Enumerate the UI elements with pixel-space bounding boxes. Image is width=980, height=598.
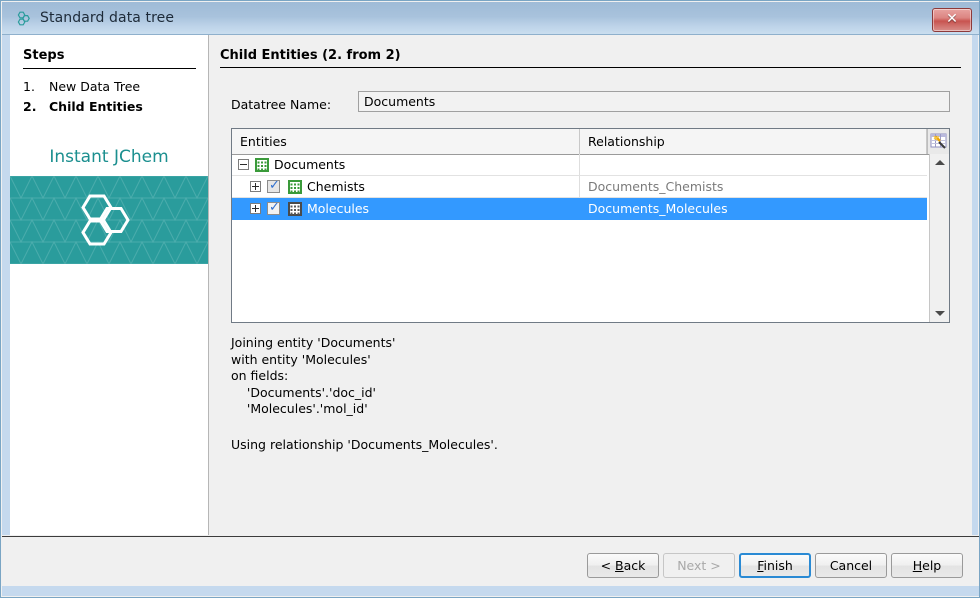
cancel-button[interactable]: Cancel	[815, 553, 887, 578]
tree-expand-icon[interactable]	[250, 203, 261, 214]
entity-name: Documents	[274, 157, 346, 172]
entity-checkbox[interactable]: ✓	[267, 200, 280, 215]
sidebar-step-child-entities[interactable]: 2. Child Entities	[23, 99, 143, 114]
entity-grid-icon	[255, 158, 269, 172]
column-header-relationship[interactable]: Relationship	[580, 129, 927, 154]
table-row[interactable]: Documents	[232, 154, 927, 176]
page-title-divider	[220, 67, 961, 68]
close-icon: ✕	[946, 11, 958, 27]
entities-table: Entities Relationship Documents ✓ Chemis…	[231, 128, 950, 323]
steps-divider	[23, 68, 196, 69]
scroll-down-button[interactable]	[930, 304, 949, 322]
cell-relationship: Documents_Molecules	[580, 198, 927, 220]
cell-relationship	[580, 154, 927, 176]
finish-button[interactable]: Finish	[739, 553, 811, 578]
column-chooser-icon	[930, 133, 947, 149]
cell-entities[interactable]: Documents	[232, 154, 580, 176]
table-header-row: Entities Relationship	[232, 129, 949, 155]
step-number: 1.	[23, 79, 35, 94]
table-row[interactable]: ✓ Chemists Documents_Chemists	[232, 176, 927, 198]
next-button[interactable]: Next >	[663, 553, 735, 578]
cell-entities[interactable]: ✓ Molecules	[232, 198, 580, 220]
scroll-up-button[interactable]	[930, 154, 949, 172]
tree-collapse-icon[interactable]	[238, 159, 249, 170]
steps-heading: Steps	[23, 48, 65, 63]
entity-name: Molecules	[307, 201, 370, 216]
brand-name: Instant JChem	[49, 147, 169, 167]
dialog-window: Standard data tree ✕ Steps 1. New Data Tr…	[0, 0, 980, 598]
entity-name: Chemists	[307, 179, 365, 194]
entity-grid-icon	[288, 202, 302, 216]
scroll-up-arrow-icon	[934, 160, 945, 165]
datatree-name-label: Datatree Name:	[231, 97, 332, 112]
table-body: Documents ✓ Chemists Documents_Chemists …	[232, 154, 927, 322]
tree-expand-icon[interactable]	[250, 181, 261, 192]
cell-relationship: Documents_Chemists	[580, 176, 927, 198]
step-number: 2.	[23, 99, 37, 114]
join-description: Joining entity 'Documents' with entity '…	[231, 335, 396, 416]
relationship-description: Using relationship 'Documents_Molecules'…	[231, 437, 498, 452]
cell-entities[interactable]: ✓ Chemists	[232, 176, 580, 198]
window-edge-bottom	[2, 586, 979, 596]
check-icon: ✓	[269, 178, 280, 193]
steps-sidebar: Steps 1. New Data Tree 2. Child Entities I…	[10, 35, 209, 535]
window-title: Standard data tree	[40, 10, 175, 26]
window-edge-left	[2, 35, 10, 535]
column-chooser-button[interactable]	[927, 129, 949, 154]
table-row-selected[interactable]: ✓ Molecules Documents_Molecules	[232, 198, 927, 220]
scroll-down-arrow-icon	[934, 311, 945, 316]
datatree-name-input[interactable]	[358, 91, 950, 112]
column-header-entities[interactable]: Entities	[232, 129, 580, 154]
help-button[interactable]: Help	[891, 553, 963, 578]
check-icon: ✓	[269, 200, 280, 215]
hexagon-cluster-logo	[81, 194, 130, 246]
molecule-icon	[15, 10, 32, 27]
back-button[interactable]: < Back	[587, 553, 659, 578]
entity-checkbox[interactable]: ✓	[267, 178, 280, 193]
step-label: New Data Tree	[49, 79, 141, 94]
brand-panel	[10, 176, 208, 264]
entity-grid-icon	[288, 180, 302, 194]
page-title: Child Entities (2. from 2)	[220, 48, 401, 63]
close-button[interactable]: ✕	[932, 8, 972, 32]
sidebar-step-new-data-tree[interactable]: 1. New Data Tree	[23, 79, 140, 94]
table-vertical-scrollbar[interactable]	[929, 154, 949, 322]
step-label: Child Entities	[49, 99, 143, 114]
title-bar: Standard data tree ✕	[2, 2, 979, 35]
main-panel: Child Entities (2. from 2) Datatree Name…	[209, 35, 972, 535]
